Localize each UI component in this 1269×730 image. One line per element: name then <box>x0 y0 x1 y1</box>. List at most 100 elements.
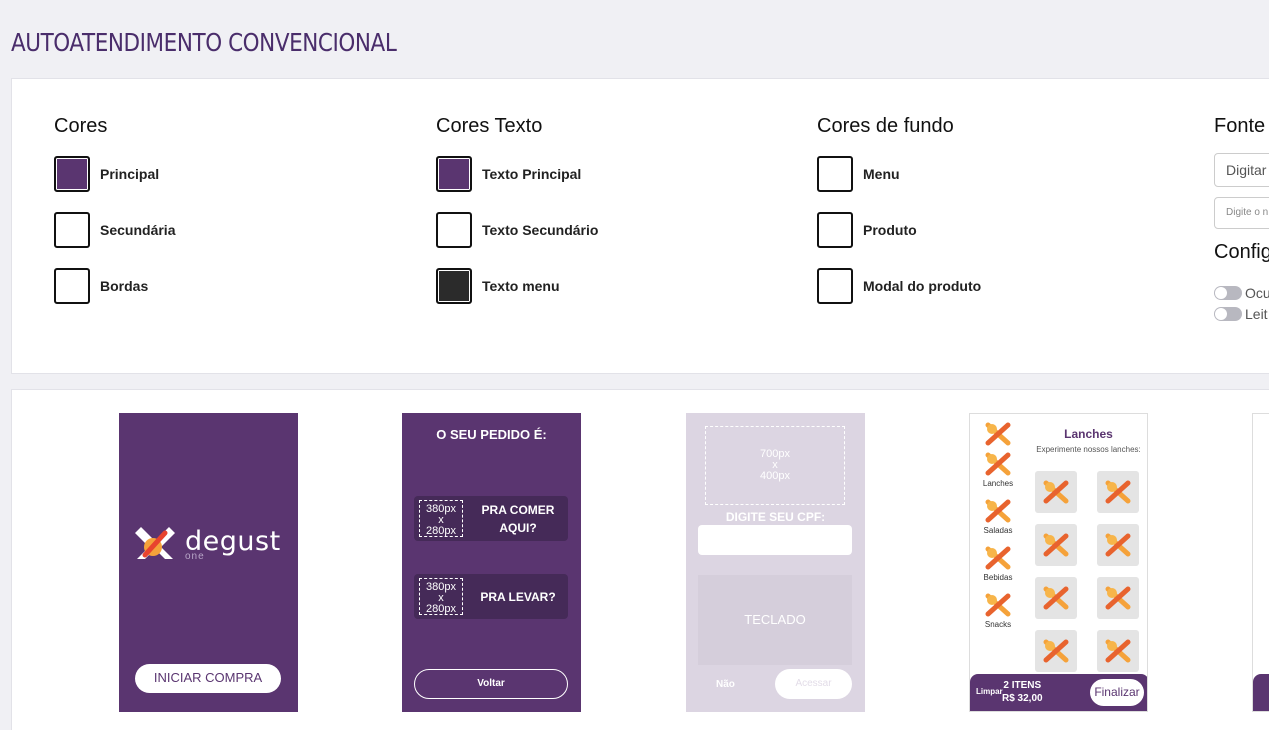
font-name-input[interactable]: Digite o n <box>1214 197 1269 229</box>
product-tile[interactable] <box>1035 630 1077 672</box>
image-placeholder: 380px x 280px <box>419 500 463 537</box>
text-color-swatch-principal[interactable] <box>436 156 472 192</box>
finish-button[interactable]: Finalizar <box>1090 679 1144 706</box>
cart-footer-partial <box>1253 674 1269 711</box>
product-tile[interactable] <box>1097 577 1139 619</box>
logo-subtext: one <box>185 551 205 562</box>
clear-cart-button[interactable]: Limpar <box>976 687 1003 696</box>
preview-next-screen[interactable] <box>1252 413 1269 712</box>
color-row-bordas: Bordas <box>54 268 175 304</box>
text-colors-heading: Cores Texto <box>436 115 543 137</box>
food-icon <box>1043 480 1069 504</box>
toggle-label-1: Ocu <box>1245 284 1269 301</box>
bg-color-label-modal: Modal do produto <box>863 278 982 294</box>
text-color-row-secundario: Texto Secundário <box>436 212 598 248</box>
text-color-label-secundario: Texto Secundário <box>482 222 599 238</box>
font-input[interactable]: Digitar <box>1214 153 1269 187</box>
food-icon <box>1105 639 1131 663</box>
takeaway-option[interactable]: 380px x 280px PRA LEVAR? <box>414 574 568 619</box>
text-colors-column: Cores Texto Texto Principal Texto Secund… <box>436 115 598 324</box>
food-icon <box>1105 586 1131 610</box>
bg-color-row-menu: Menu <box>817 156 981 192</box>
color-label-bordas: Bordas <box>100 278 149 294</box>
dine-in-option[interactable]: 380px x 280px PRA COMER AQUI? <box>414 496 568 541</box>
color-row-principal: Principal <box>54 156 175 192</box>
cpf-label: DIGITE SEU CPF: <box>725 510 826 524</box>
color-label-secundaria: Secundária <box>100 222 176 238</box>
category-item-saladas[interactable]: Saladas <box>973 497 1023 544</box>
bg-colors-column: Cores de fundo Menu Produto Modal do pro… <box>817 115 981 324</box>
color-swatch-secundaria[interactable] <box>54 212 90 248</box>
food-icon <box>1043 586 1069 610</box>
bg-color-label-produto: Produto <box>863 222 917 238</box>
start-purchase-button[interactable]: INICIAR COMPRA <box>135 664 281 693</box>
preview-menu-screen[interactable]: Lanches Saladas Bebidas Snacks Lanches E… <box>969 413 1148 712</box>
color-swatch-principal[interactable] <box>54 156 90 192</box>
product-tile[interactable] <box>1097 471 1139 513</box>
food-icon <box>1043 639 1069 663</box>
page-title: AUTOATENDIMENTO CONVENCIONAL <box>11 28 397 57</box>
category-label: Saladas <box>983 526 1013 535</box>
text-color-label-principal: Texto Principal <box>482 166 582 182</box>
cart-total: R$ 32,00 <box>1002 693 1043 704</box>
product-tile[interactable] <box>1035 577 1077 619</box>
cart-items-count: 2 ITENS <box>1003 680 1042 691</box>
menu-subtitle: Experimente nossos lanches: <box>1036 445 1141 454</box>
color-row-secundaria: Secundária <box>54 212 175 248</box>
category-list: Lanches Saladas Bebidas Snacks <box>973 420 1023 638</box>
category-label: Lanches <box>982 479 1014 488</box>
theme-config-panel: Cores Principal Secundária Bordas Cores … <box>11 78 1269 374</box>
toggle-switch-2[interactable] <box>1214 306 1242 321</box>
back-button[interactable]: Voltar <box>414 669 568 699</box>
category-label: Bebidas <box>983 573 1013 582</box>
degust-logo: degust one <box>135 521 281 562</box>
cpf-input[interactable] <box>698 525 852 555</box>
no-button[interactable]: Não <box>716 679 735 690</box>
food-icon <box>985 593 1011 617</box>
product-tile[interactable] <box>1035 524 1077 566</box>
category-item-snacks[interactable]: Snacks <box>973 591 1023 638</box>
text-color-swatch-menu[interactable] <box>436 268 472 304</box>
product-tile[interactable] <box>1035 471 1077 513</box>
category-item-lanches[interactable]: Lanches <box>973 450 1023 497</box>
text-color-swatch-secundario[interactable] <box>436 212 472 248</box>
product-grid <box>1035 471 1147 672</box>
font-column: Fonte Digitar Digite o n Config Ocu Leit <box>1214 115 1269 324</box>
preview-cpf-screen[interactable]: 700px x 400px DIGITE SEU CPF: TECLADO Não … <box>686 413 865 712</box>
category-item[interactable] <box>973 420 1023 450</box>
bg-colors-heading: Cores de fundo <box>817 115 954 137</box>
bg-color-swatch-modal[interactable] <box>817 268 853 304</box>
access-button[interactable]: Acessar <box>775 669 852 699</box>
toggle-row-2: Leit <box>1214 303 1269 324</box>
preview-start-screen[interactable]: degust one INICIAR COMPRA <box>119 413 298 712</box>
product-tile[interactable] <box>1097 524 1139 566</box>
bg-color-row-modal: Modal do produto <box>817 268 981 304</box>
food-icon <box>1105 533 1131 557</box>
bg-color-swatch-menu[interactable] <box>817 156 853 192</box>
config-heading: Config <box>1214 241 1269 263</box>
dine-in-label: PRA COMER AQUI? <box>481 502 555 535</box>
toggle-switch-1[interactable] <box>1214 285 1242 300</box>
preview-order-type-screen[interactable]: O SEU PEDIDO É: 380px x 280px PRA COMER AQ… <box>402 413 581 712</box>
category-item-bebidas[interactable]: Bebidas <box>973 544 1023 591</box>
image-placeholder: 380px x 280px <box>419 578 463 615</box>
menu-title: Lanches <box>1064 427 1113 441</box>
toggle-row-1: Ocu <box>1214 282 1269 303</box>
degust-logo-icon <box>135 527 175 559</box>
food-icon <box>1043 533 1069 557</box>
colors-heading: Cores <box>54 115 108 137</box>
bg-color-swatch-produto[interactable] <box>817 212 853 248</box>
cart-summary: 2 ITENS R$ 32,00 <box>1002 679 1043 705</box>
food-icon <box>985 452 1011 476</box>
image-placeholder-large: 700px x 400px <box>705 426 845 505</box>
text-color-row-principal: Texto Principal <box>436 156 598 192</box>
food-icon <box>985 499 1011 523</box>
takeaway-label: PRA LEVAR? <box>480 589 556 604</box>
color-swatch-bordas[interactable] <box>54 268 90 304</box>
food-icon <box>985 422 1011 446</box>
toggle-label-2: Leit <box>1245 305 1268 322</box>
bg-color-row-produto: Produto <box>817 212 981 248</box>
category-label: Snacks <box>984 620 1012 629</box>
product-tile[interactable] <box>1097 630 1139 672</box>
text-color-row-menu: Texto menu <box>436 268 598 304</box>
